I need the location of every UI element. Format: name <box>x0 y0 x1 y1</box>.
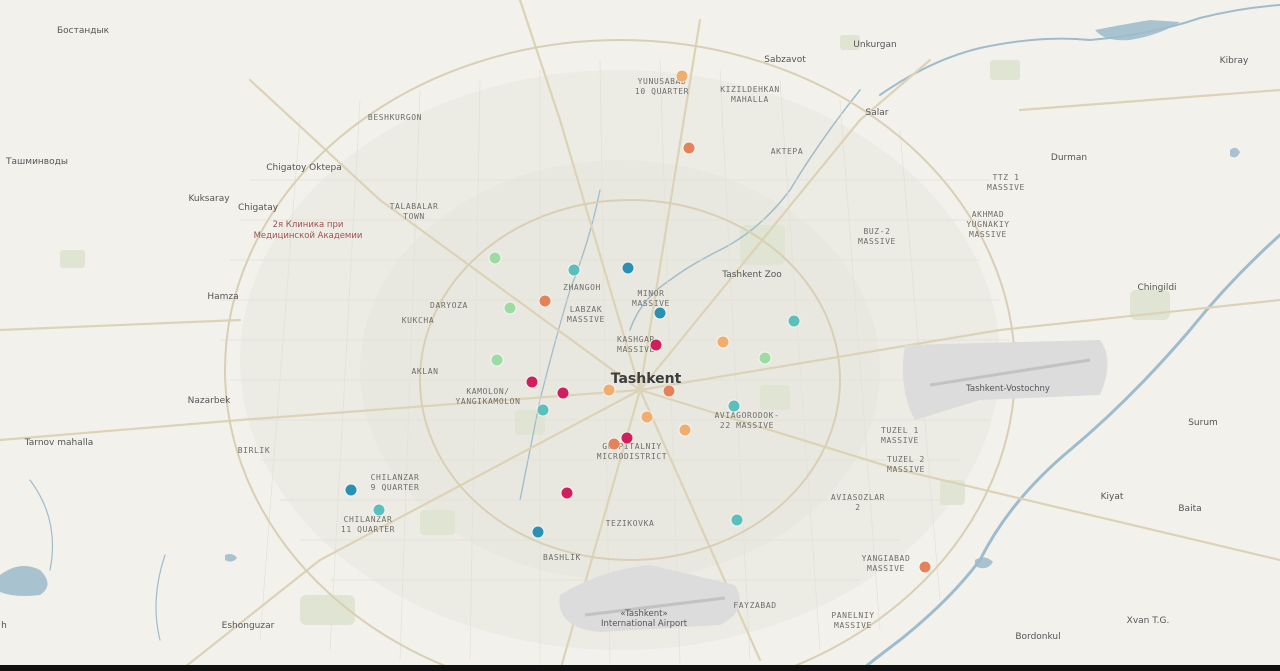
map-marker[interactable] <box>759 352 771 364</box>
map-marker[interactable] <box>539 295 551 307</box>
map-marker[interactable] <box>489 252 501 264</box>
map-marker[interactable] <box>526 376 538 388</box>
map-canvas[interactable]: Бостандык Ташминводы BESHKURGON Chigatoy… <box>0 0 1280 671</box>
map-marker[interactable] <box>728 400 740 412</box>
map-marker[interactable] <box>504 302 516 314</box>
map-marker[interactable] <box>717 336 729 348</box>
map-marker[interactable] <box>683 142 695 154</box>
map-marker[interactable] <box>622 262 634 274</box>
map-marker[interactable] <box>532 526 544 538</box>
map-marker[interactable] <box>561 487 573 499</box>
map-marker[interactable] <box>608 438 620 450</box>
map-marker[interactable] <box>557 387 569 399</box>
map-marker[interactable] <box>345 484 357 496</box>
map-marker[interactable] <box>641 411 653 423</box>
map-marker[interactable] <box>568 264 580 276</box>
map-marker[interactable] <box>373 504 385 516</box>
basemap <box>0 0 1280 671</box>
map-marker[interactable] <box>491 354 503 366</box>
map-marker[interactable] <box>663 385 675 397</box>
map-marker[interactable] <box>731 514 743 526</box>
map-marker[interactable] <box>603 384 615 396</box>
map-marker[interactable] <box>621 432 633 444</box>
map-marker[interactable] <box>537 404 549 416</box>
bottom-edge-bar <box>0 665 1280 671</box>
map-marker[interactable] <box>654 307 666 319</box>
map-marker[interactable] <box>788 315 800 327</box>
map-marker[interactable] <box>679 424 691 436</box>
map-marker[interactable] <box>919 561 931 573</box>
map-marker[interactable] <box>650 339 662 351</box>
map-marker[interactable] <box>676 70 688 82</box>
